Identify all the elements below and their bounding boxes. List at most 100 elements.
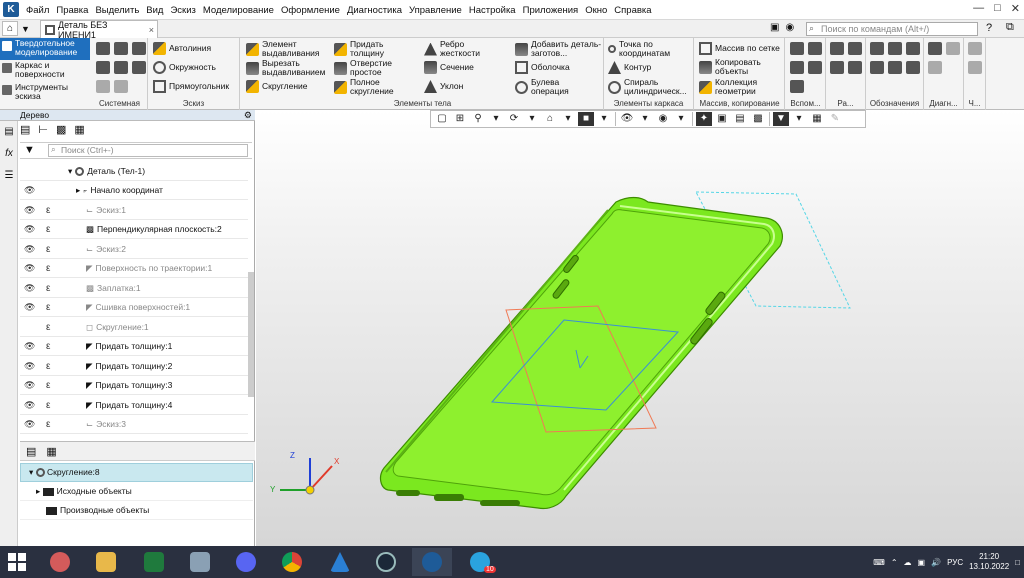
menu-diagnostics[interactable]: Диагностика xyxy=(347,5,402,16)
save-icon[interactable] xyxy=(132,42,146,55)
eye-icon[interactable]: 👁 xyxy=(24,181,36,200)
open-folder-icon[interactable] xyxy=(114,42,128,55)
tree-item-sketch2[interactable]: 👁 ε ⌙ Эскиз:2 xyxy=(20,240,248,259)
tree-item-thicken1[interactable]: 👁 ε ◤ Придать толщину:1 xyxy=(20,337,248,356)
tree-item-sweep[interactable]: 👁 ε ◤ Поверхность по траектории:1 xyxy=(20,259,248,278)
taskbar-app-telegram[interactable]: 10 xyxy=(460,548,500,576)
preview-icon[interactable] xyxy=(114,61,128,74)
tree-item-sketch3[interactable]: 👁 ε ⌙ Эскиз:3 xyxy=(20,415,248,434)
gear-icon[interactable]: ⚙ xyxy=(244,110,252,121)
plane-icon[interactable] xyxy=(790,42,804,55)
taskbar-app-discord[interactable] xyxy=(226,548,266,576)
rectangle-button[interactable]: Прямоугольник xyxy=(153,80,229,93)
menu-sketch[interactable]: Эскиз xyxy=(170,5,195,16)
eye-hidden-icon[interactable]: 👁 xyxy=(24,201,36,220)
csys-icon[interactable] xyxy=(790,61,804,74)
maximize-icon[interactable]: □ xyxy=(994,2,1001,15)
dimension-icon[interactable] xyxy=(830,42,844,55)
tree-item-fillet1[interactable]: ε ◻ Скругление:1 xyxy=(20,318,248,337)
tree-item-thicken2[interactable]: 👁 ε ◤ Придать толщину:2 xyxy=(20,357,248,376)
layers-icon[interactable]: ☰ xyxy=(2,169,16,183)
check-icon[interactable] xyxy=(928,61,942,74)
eye-hidden-icon[interactable]: 👁 xyxy=(24,415,36,434)
tab-close-icon[interactable]: × xyxy=(149,25,154,35)
cut-extrude-button[interactable]: Вырезать выдавливанием xyxy=(246,59,334,77)
menu-edit[interactable]: Правка xyxy=(56,5,88,16)
kompas-logo-icon[interactable]: K xyxy=(3,2,19,17)
tree-item-sketch1[interactable]: 👁 ε ⌙ Эскиз:1 xyxy=(20,201,248,220)
eye-hidden-icon[interactable]: 👁 xyxy=(24,279,36,298)
minimize-icon[interactable]: — xyxy=(973,2,984,15)
tab-document[interactable]: Деталь БЕЗ ИМЕНИ1 × xyxy=(40,20,158,40)
tree-select-icon[interactable]: ▦ xyxy=(74,123,84,136)
snap-icon[interactable]: ✦ xyxy=(696,112,712,126)
dropdown-icon[interactable]: ▾ xyxy=(524,112,540,126)
tree-panel-icon[interactable]: ▤ xyxy=(2,125,16,139)
tolerance-icon[interactable] xyxy=(906,42,920,55)
restore-icon[interactable]: ⧉ xyxy=(1006,21,1014,34)
taskbar-app-explorer[interactable] xyxy=(86,548,126,576)
menu-select[interactable]: Выделить xyxy=(95,5,139,16)
copy-objects-button[interactable]: Копировать объекты xyxy=(699,58,777,76)
doc-icon[interactable]: ▣ xyxy=(770,22,779,33)
language-indicator[interactable]: РУС xyxy=(947,558,963,567)
new-doc-icon[interactable] xyxy=(96,42,110,55)
pencil-icon[interactable]: ✎ xyxy=(827,112,843,126)
contour-button[interactable]: Контур xyxy=(608,61,651,74)
expand-icon[interactable]: ▾ xyxy=(29,467,33,477)
roughness-icon[interactable] xyxy=(870,42,884,55)
eye-hidden-icon[interactable]: 👁 xyxy=(24,259,36,278)
tree-item-origin[interactable]: 👁 ▸ ⟔ Начало координат xyxy=(20,181,248,200)
eye-hidden-icon[interactable]: 👁 xyxy=(24,298,36,317)
draft-button[interactable]: Уклон xyxy=(424,80,463,93)
windows-start-icon[interactable] xyxy=(8,553,26,571)
mode-sketch-tools[interactable]: Инструменты эскиза xyxy=(0,82,90,104)
rotate-icon[interactable]: ⟳ xyxy=(506,112,522,126)
rib-button[interactable]: Ребро жесткости xyxy=(424,40,496,58)
clock[interactable]: 21:20 13.10.2022 xyxy=(969,552,1009,572)
boolean-button[interactable]: Булева операция xyxy=(515,78,591,96)
close-icon[interactable]: ✕ xyxy=(1011,2,1020,15)
taskbar-app-chrome[interactable] xyxy=(272,548,312,576)
geometry-collection-button[interactable]: Коллекция геометрии xyxy=(699,78,777,96)
datum-icon[interactable] xyxy=(888,42,902,55)
eye-hidden-icon[interactable]: 👁 xyxy=(24,240,36,259)
menu-view[interactable]: Вид xyxy=(146,5,163,16)
layers-view-icon[interactable]: ▤ xyxy=(732,112,748,126)
spiral-button[interactable]: Спираль цилиндрическ... xyxy=(608,78,692,96)
keyboard-icon[interactable]: ⌨ xyxy=(873,558,885,567)
help-icon[interactable]: ? xyxy=(986,22,992,34)
camera-icon[interactable]: ◉ xyxy=(785,22,794,33)
hide-icon[interactable]: 👁 xyxy=(619,112,635,126)
tree-item-patch[interactable]: 👁 ε ▩ Заплатка:1 xyxy=(20,279,248,298)
line-aux-icon[interactable] xyxy=(790,80,804,93)
fillet-button[interactable]: Скругление xyxy=(246,80,308,93)
filter-icon[interactable]: ▼ xyxy=(24,144,35,156)
extra-icon[interactable] xyxy=(968,42,982,55)
add-blank-button[interactable]: Добавить деталь-заготов... xyxy=(515,40,603,58)
filter-icon[interactable]: ▼ xyxy=(773,112,789,126)
menu-file[interactable]: Файл xyxy=(26,5,49,16)
shaded-view-icon[interactable]: ■ xyxy=(578,112,594,126)
source-objects-item[interactable]: ▸ Исходные объекты xyxy=(20,482,253,501)
zoom-fit-icon[interactable]: ▢ xyxy=(434,112,450,126)
mode-wireframe-surfaces[interactable]: Каркас и поверхности xyxy=(0,60,90,82)
selected-object[interactable]: ▾ Скругление:8 xyxy=(20,463,253,482)
axis-icon[interactable] xyxy=(808,42,822,55)
undo-icon[interactable] xyxy=(96,80,110,93)
tree-view-icon[interactable]: ▤ xyxy=(26,445,36,458)
eye-hidden-icon[interactable]: 👁 xyxy=(24,220,36,239)
zoom-window-icon[interactable]: ⊞ xyxy=(452,112,468,126)
command-search-input[interactable]: Поиск по командам (Alt+/) xyxy=(806,22,978,36)
expand-icon[interactable]: ▾ xyxy=(68,162,72,181)
shell-button[interactable]: Оболочка xyxy=(515,61,570,74)
diameter-dim-icon[interactable] xyxy=(848,61,862,74)
radius-dim-icon[interactable] xyxy=(830,61,844,74)
section-view-icon[interactable]: ▣ xyxy=(714,112,730,126)
tree-item-plane[interactable]: 👁 ε ▩ Перпендикулярная плоскость:2 xyxy=(20,220,248,239)
network-icon[interactable]: ▣ xyxy=(918,558,926,567)
home-icon[interactable]: ⌂ xyxy=(2,21,18,36)
simple-hole-button[interactable]: Отверстие простое xyxy=(334,59,408,77)
autoline-button[interactable]: Автолиния xyxy=(153,42,211,55)
full-fillet-button[interactable]: Полное скругление xyxy=(334,78,408,96)
